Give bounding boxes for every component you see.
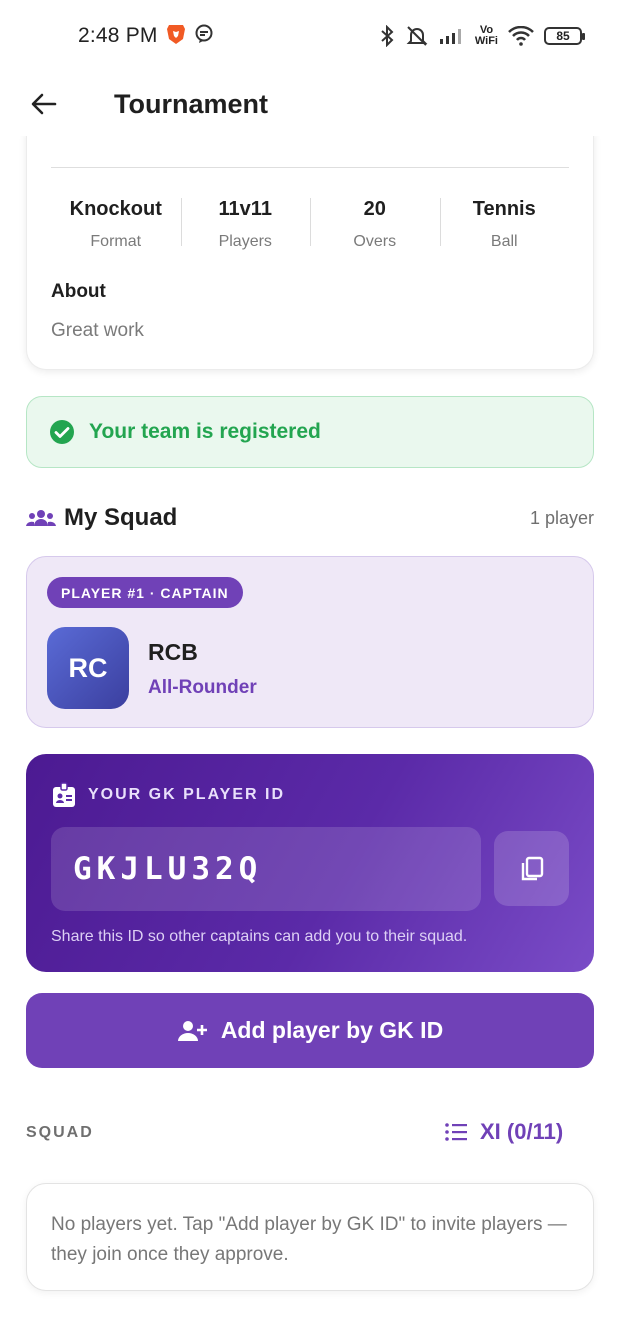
about-text: Great work	[51, 320, 144, 341]
gk-id-label: YOUR GK PLAYER ID	[88, 786, 285, 803]
gk-player-id-card: YOUR GK PLAYER ID GKJLU32Q Share this ID…	[26, 754, 594, 972]
registration-status-banner: Your team is registered	[26, 396, 594, 468]
status-bar: 2:48 PM Vo WiFi 85	[0, 0, 620, 72]
person-add-icon	[177, 1020, 207, 1041]
vowifi-indicator: Vo WiFi	[475, 25, 498, 47]
stat-overs: 20 Overs	[310, 198, 440, 251]
gk-id-box: GKJLU32Q	[51, 827, 481, 911]
my-squad-title: My Squad	[64, 504, 178, 531]
check-circle-icon	[50, 420, 74, 444]
status-time: 2:48 PM	[78, 24, 158, 47]
signal-icon	[439, 27, 465, 45]
stat-label: Ball	[490, 233, 518, 250]
stat-value: Knockout	[69, 198, 162, 220]
add-player-label: Add player by GK ID	[220, 1017, 444, 1043]
stat-ball: Tennis Ball	[439, 198, 570, 251]
my-squad-header: My Squad 1 player	[26, 500, 594, 536]
gk-id-header: YOUR GK PLAYER ID	[52, 782, 285, 808]
stat-label: Players	[218, 233, 272, 250]
battery-indicator: 85	[544, 27, 585, 45]
player-role: All-Rounder	[148, 677, 257, 698]
playing-xi-label: XI (0/11)	[480, 1119, 564, 1144]
stat-value: 20	[363, 198, 386, 220]
copy-icon	[521, 856, 543, 880]
stat-label: Format	[90, 233, 142, 250]
about-label: About	[51, 281, 106, 302]
group-icon	[26, 510, 56, 526]
empty-squad-message: No players yet. Tap "Add player by GK ID…	[26, 1183, 594, 1291]
avatar: RC	[47, 627, 129, 709]
brave-icon	[166, 23, 186, 50]
player-name: RCB	[148, 639, 198, 665]
playing-xi-button[interactable]: XI (0/11)	[444, 1116, 563, 1148]
gk-id-hint: Share this ID so other captains can add …	[51, 928, 468, 945]
bluetooth-icon	[379, 25, 395, 47]
stats-row: Knockout Format 11v11 Players 20 Overs T…	[51, 198, 569, 251]
stat-value: 11v11	[218, 198, 272, 220]
id-badge-icon	[53, 782, 75, 807]
chat-bubble-icon	[194, 24, 214, 49]
arrow-left-icon	[31, 93, 57, 115]
app-bar: Tournament	[0, 72, 620, 136]
status-right: Vo WiFi 85	[379, 25, 585, 47]
stat-format: Knockout Format	[51, 198, 181, 251]
captain-badge: PLAYER #1 · CAPTAIN	[47, 577, 243, 608]
stat-players: 11v11 Players	[180, 198, 311, 251]
registration-message: Your team is registered	[89, 420, 321, 443]
squad-section-label: SQUAD	[26, 1124, 94, 1141]
add-player-button[interactable]: Add player by GK ID	[26, 993, 594, 1068]
stat-value: Tennis	[472, 198, 536, 220]
divider	[51, 167, 569, 168]
vowifi-bottom: WiFi	[474, 35, 498, 47]
tournament-info-card: Knockout Format 11v11 Players 20 Overs T…	[26, 130, 594, 370]
gk-id-value: GKJLU32Q	[73, 851, 263, 887]
page-title: Tournament	[114, 88, 268, 119]
list-icon	[445, 1123, 467, 1141]
stat-label: Overs	[353, 233, 397, 250]
player-card[interactable]: PLAYER #1 · CAPTAIN RC RCB All-Rounder	[26, 556, 594, 728]
copy-id-button[interactable]	[494, 831, 569, 906]
back-button[interactable]	[20, 80, 68, 128]
squad-player-count: 1 player	[529, 507, 594, 528]
muted-bell-icon	[405, 25, 429, 47]
wifi-icon	[508, 26, 534, 46]
status-left: 2:48 PM	[78, 23, 214, 50]
